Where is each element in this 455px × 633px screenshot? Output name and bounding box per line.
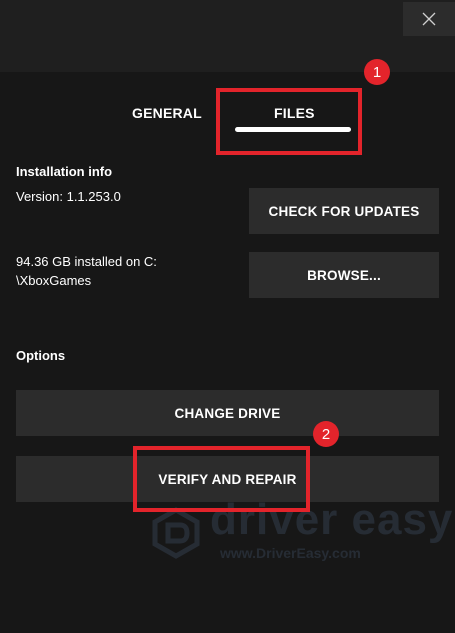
close-icon [422,12,436,26]
install-path-text: \XboxGames [16,273,92,288]
tab-general[interactable]: GENERAL [132,105,202,121]
step-1-badge: 1 [364,59,390,85]
installation-info-title: Installation info [16,164,113,179]
options-title: Options [16,348,66,363]
highlight-verify-repair [133,446,310,512]
step-2-badge: 2 [313,421,339,447]
highlight-files-tab [216,88,362,155]
driver-easy-logo-icon [152,507,200,559]
install-size-text: 94.36 GB installed on C: [16,254,157,269]
title-bar [0,0,455,72]
change-drive-button[interactable]: CHANGE DRIVE [16,390,439,436]
check-for-updates-button[interactable]: CHECK FOR UPDATES [249,188,439,234]
browse-button[interactable]: BROWSE... [249,252,439,298]
watermark-url: www.DriverEasy.com [220,545,361,561]
close-button[interactable] [403,2,455,36]
version-text: Version: 1.1.253.0 [16,189,121,204]
